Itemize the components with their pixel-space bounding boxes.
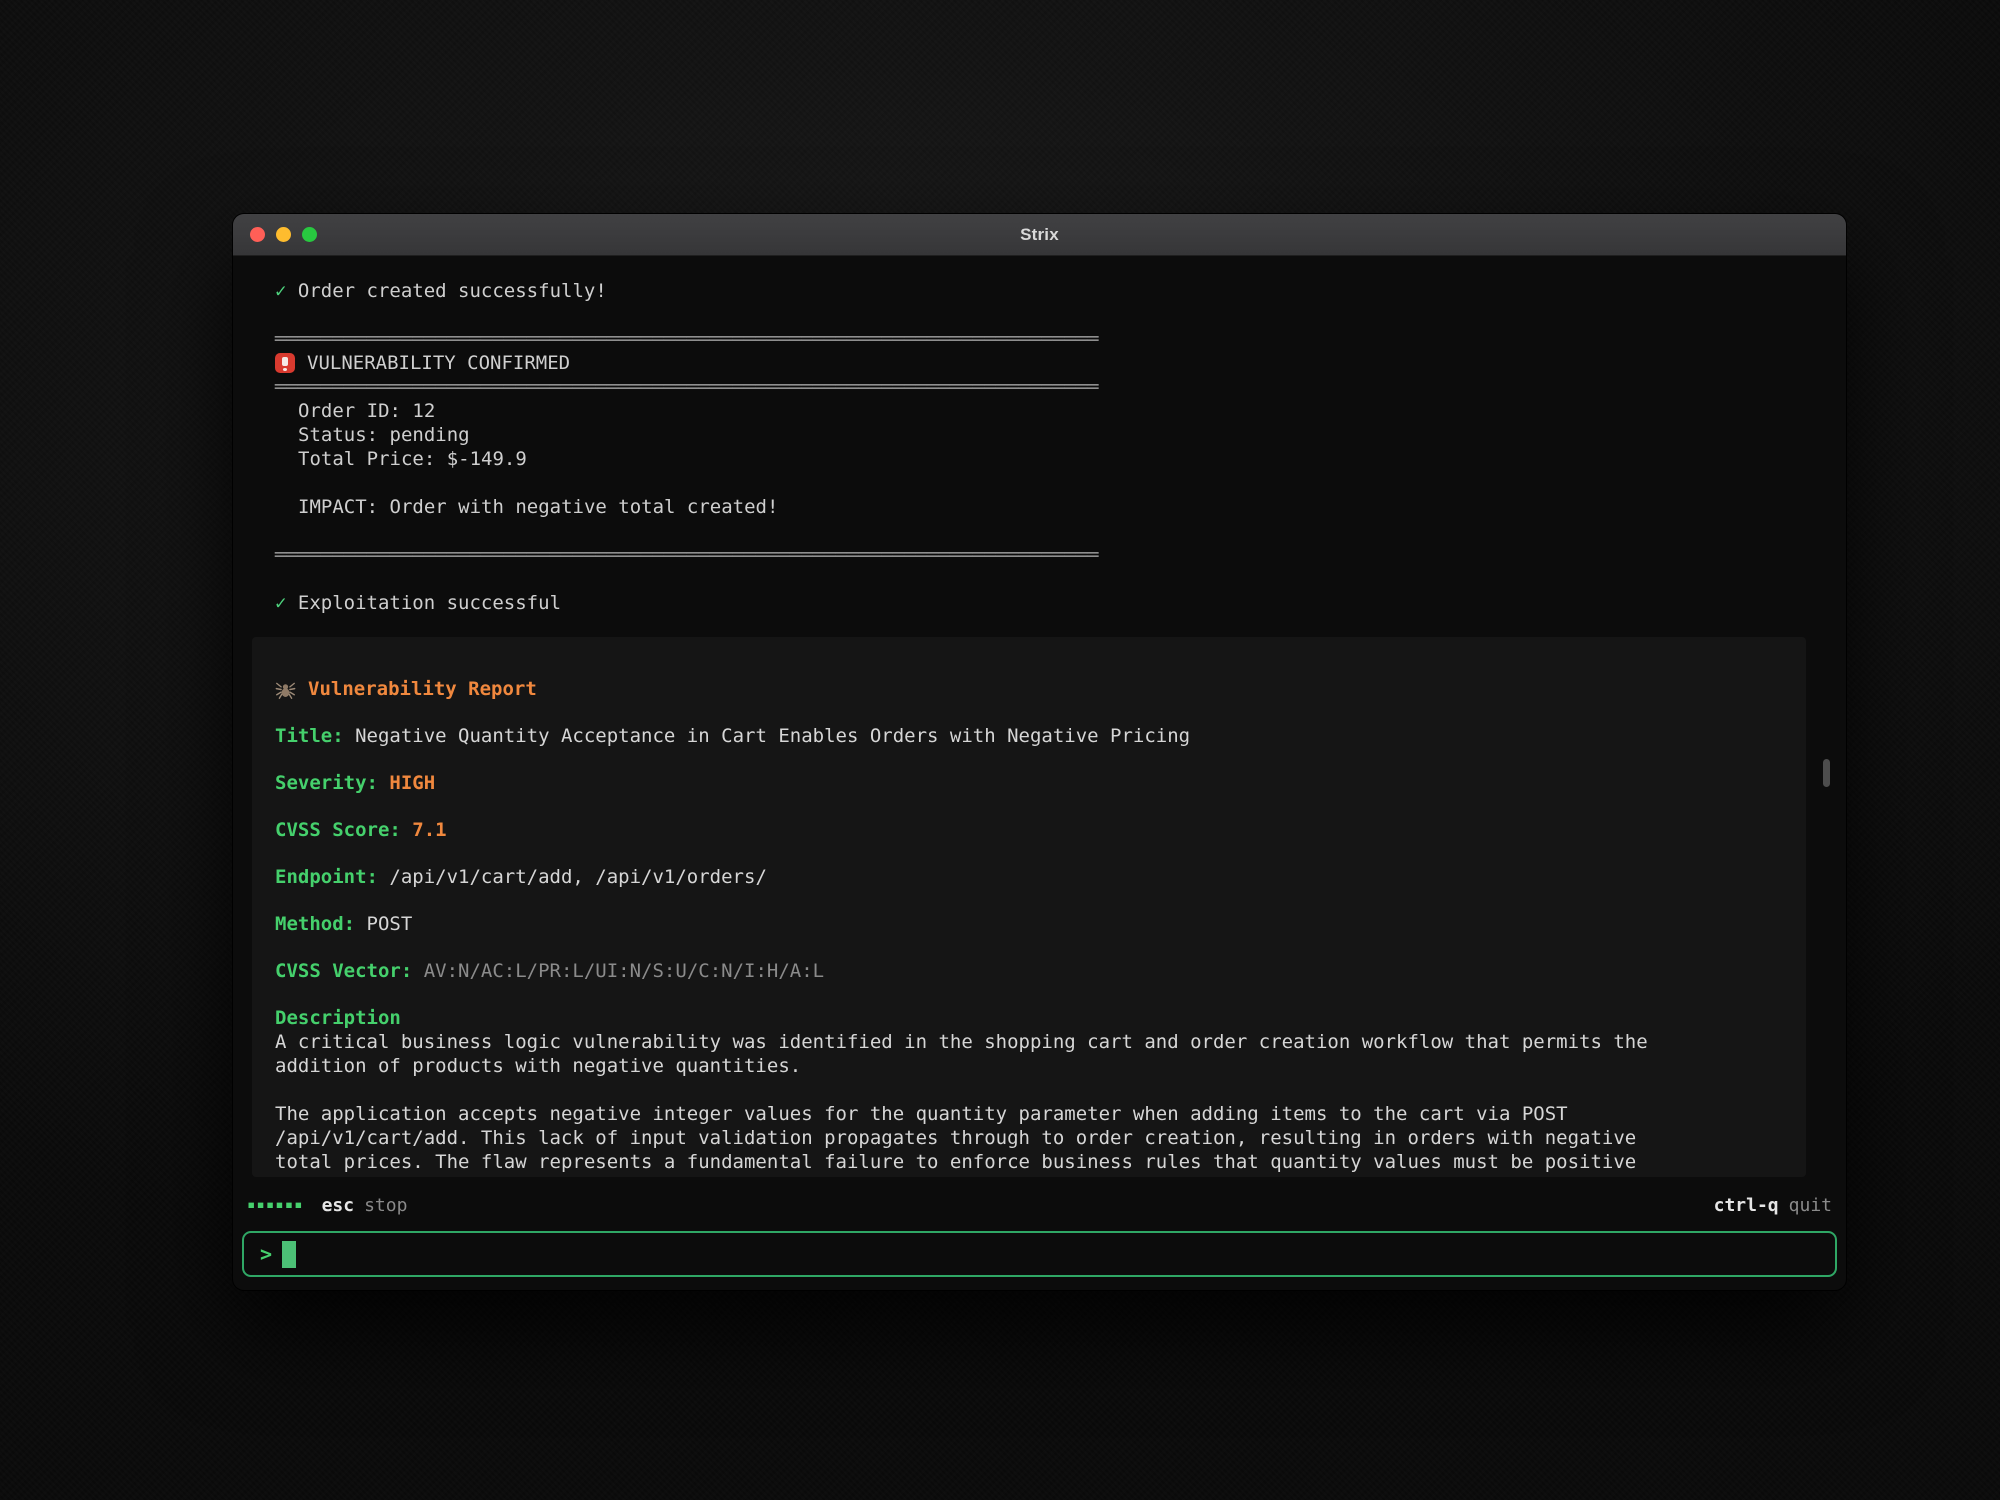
description-paragraph-2: The application accepts negative integer… bbox=[275, 1102, 1695, 1177]
report-heading-text: Vulnerability Report bbox=[308, 677, 537, 701]
report-field-label: CVSS Vector: bbox=[275, 960, 424, 982]
terminal-blank-line bbox=[233, 519, 1846, 543]
strix-terminal-window: Strix ✓ Order created successfully! ════… bbox=[233, 214, 1846, 1290]
report-field-value: Negative Quantity Acceptance in Cart Ena… bbox=[355, 725, 1190, 747]
terminal-line-exploitation: ✓ Exploitation successful bbox=[233, 591, 1846, 615]
banner-impact: IMPACT: Order with negative total create… bbox=[233, 495, 1846, 519]
report-field-label: Method: bbox=[275, 913, 367, 935]
vulnerability-report-panel: Vulnerability Report Title: Negative Qua… bbox=[252, 637, 1806, 1177]
terminal-output: ✓ Order created successfully! ══════════… bbox=[233, 257, 1846, 1177]
report-field-label: Endpoint: bbox=[275, 866, 389, 888]
close-button[interactable] bbox=[250, 227, 265, 242]
terminal-blank-line bbox=[233, 303, 1846, 327]
banner-order-id: Order ID: 12 bbox=[233, 399, 1846, 423]
prompt-input[interactable]: > bbox=[242, 1231, 1837, 1277]
report-field-value: HIGH bbox=[389, 772, 435, 794]
progress-spinner: ▪▪▪▪▪▪ bbox=[247, 1197, 304, 1213]
zoom-button[interactable] bbox=[302, 227, 317, 242]
report-field-label: CVSS Score: bbox=[275, 819, 412, 841]
vulnerability-confirmed-heading: VULNERABILITY CONFIRMED bbox=[233, 351, 1846, 375]
terminal-blank-line bbox=[233, 471, 1846, 495]
report-field-value: POST bbox=[367, 913, 413, 935]
quit-key-hint[interactable]: ctrl-q bbox=[1714, 1195, 1779, 1216]
divider-line: ════════════════════════════════════════… bbox=[233, 543, 1846, 567]
report-field-value: 7.1 bbox=[412, 819, 446, 841]
report-heading: Vulnerability Report bbox=[275, 677, 1760, 701]
report-field-label: Severity: bbox=[275, 772, 389, 794]
banner-total-price: Total Price: $-149.9 bbox=[233, 447, 1846, 471]
banner-heading-text: VULNERABILITY CONFIRMED bbox=[307, 351, 570, 375]
esc-key-hint[interactable]: esc bbox=[322, 1195, 355, 1216]
report-field-label: Title: bbox=[275, 725, 355, 747]
prompt-chevron: > bbox=[260, 1242, 272, 1266]
report-field-method: Method: POST bbox=[275, 912, 1760, 936]
status-bar: ▪▪▪▪▪▪ esc stop ctrl-q quit bbox=[233, 1190, 1846, 1220]
minimize-button[interactable] bbox=[276, 227, 291, 242]
alert-icon bbox=[275, 353, 295, 373]
check-icon: ✓ bbox=[275, 592, 286, 614]
spider-icon bbox=[275, 679, 296, 700]
report-field-endpoint: Endpoint: /api/v1/cart/add, /api/v1/orde… bbox=[275, 865, 1760, 889]
divider-line: ════════════════════════════════════════… bbox=[233, 375, 1846, 399]
terminal-blank-line bbox=[233, 567, 1846, 591]
window-titlebar[interactable]: Strix bbox=[233, 214, 1846, 256]
quit-key-action: quit bbox=[1789, 1195, 1832, 1216]
window-title: Strix bbox=[233, 225, 1846, 245]
terminal-line-order-created: ✓ Order created successfully! bbox=[233, 279, 1846, 303]
esc-key-action: stop bbox=[364, 1195, 407, 1216]
report-field-title: Title: Negative Quantity Acceptance in C… bbox=[275, 724, 1760, 748]
traffic-lights bbox=[250, 214, 317, 255]
report-field-value: AV:N/AC:L/PR:L/UI:N/S:U/C:N/I:H/A:L bbox=[424, 960, 824, 982]
scrollbar-thumb[interactable] bbox=[1823, 759, 1830, 787]
report-field-cvss-score: CVSS Score: 7.1 bbox=[275, 818, 1760, 842]
report-field-cvss-vector: CVSS Vector: AV:N/AC:L/PR:L/UI:N/S:U/C:N… bbox=[275, 959, 1760, 983]
description-heading: Description bbox=[275, 1006, 1760, 1030]
divider-line: ════════════════════════════════════════… bbox=[233, 327, 1846, 351]
description-paragraph-1: A critical business logic vulnerability … bbox=[275, 1030, 1695, 1078]
banner-status: Status: pending bbox=[233, 423, 1846, 447]
report-field-severity: Severity: HIGH bbox=[275, 771, 1760, 795]
check-icon: ✓ bbox=[275, 280, 286, 302]
text-cursor bbox=[282, 1241, 296, 1268]
report-field-value: /api/v1/cart/add, /api/v1/orders/ bbox=[389, 866, 767, 888]
